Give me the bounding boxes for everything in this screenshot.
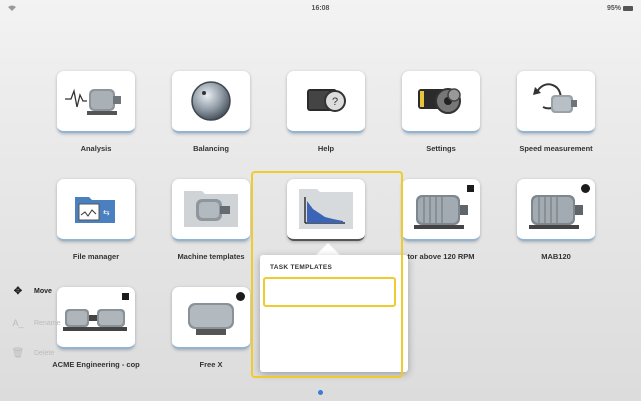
label-analysis: Analysis [80,144,112,153]
label-help: Help [317,144,335,153]
label-settings: Settings [426,144,456,153]
menu-item-move-label: Move [34,287,52,295]
tile-help[interactable]: ? [287,71,365,133]
battery-icon [623,6,633,11]
tile-free-x[interactable] [172,287,250,349]
page-indicator[interactable] [318,390,323,395]
tile-file-manager[interactable]: ⇆ [57,179,135,241]
balancing-icon [191,81,231,121]
label-mab120: MAB120 [541,252,571,261]
file-manager-icon: ⇆ [75,197,115,223]
menu-item-move[interactable]: ✥ Move [4,278,139,304]
label-free-x: Free X [199,360,223,369]
analysis-icon [65,88,121,115]
rename-icon: A_ [12,318,24,328]
tile-speed-measurement[interactable] [517,71,595,133]
battery-indicator: 95% [607,5,633,12]
help-icon: ? [307,89,346,112]
speed-measurement-icon [533,83,577,113]
svg-text:⇆: ⇆ [103,208,110,217]
delete-icon: 🗑 [11,347,25,359]
tile-balancing[interactable] [172,71,250,133]
tile-mab120[interactable] [517,179,595,241]
template-badge-icon [467,185,474,192]
label-balancing: Balancing [193,144,229,153]
menu-item-delete-label: Delete [34,349,55,357]
svg-text:?: ? [332,96,338,108]
tile-machine-templates[interactable] [172,179,250,241]
menu-item-rename-label: Rename [34,319,61,327]
clock: 16:08 [311,5,330,12]
home-screen: 16:08 95% Analysis Balancing ? Help Sett… [0,0,641,401]
status-bar: 16:08 95% [0,0,641,18]
label-file-manager: File manager [72,252,120,261]
settings-icon [418,88,461,114]
battery-percent: 95% [606,5,621,12]
status-badge-icon [236,292,245,301]
status-badge-icon [581,184,590,193]
machine-templates-icon [184,191,238,227]
move-icon: ✥ [13,285,23,297]
menu-item-delete[interactable]: 🗑 Delete [4,340,139,366]
menu-item-rename[interactable]: A_ Rename [4,310,139,336]
label-speed-measurement: Speed measurement [519,144,593,153]
tile-analysis[interactable] [57,71,135,133]
tile-motor-above-120-rpm[interactable] [402,179,480,241]
tile-settings[interactable] [402,71,480,133]
label-machine-templates: Machine templates [177,252,245,261]
selection-highlight [251,171,403,378]
